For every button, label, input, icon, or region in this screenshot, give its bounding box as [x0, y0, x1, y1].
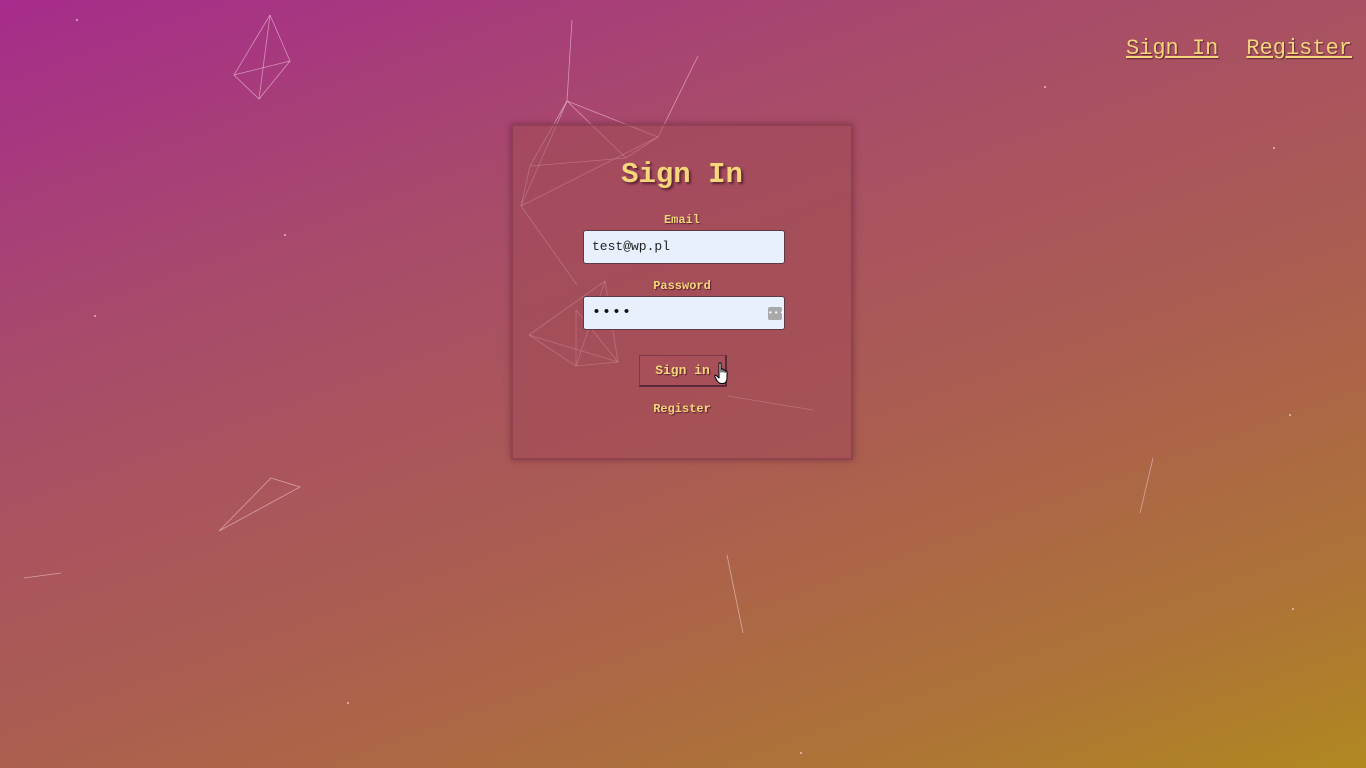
password-masked-value: •••• — [592, 304, 633, 321]
password-label: Password — [653, 279, 711, 293]
password-field[interactable]: •••• ••• — [583, 296, 785, 330]
hand-pointer-cursor-icon — [714, 362, 728, 384]
nav-register-link[interactable]: Register — [1246, 36, 1352, 61]
register-link[interactable]: Register — [513, 402, 851, 416]
nav-sign-in-link[interactable]: Sign In — [1126, 36, 1218, 61]
top-navigation: Sign In Register — [1126, 36, 1352, 61]
email-label: Email — [663, 213, 700, 227]
sign-in-card: Sign In Email test@wp.pl Password •••• •… — [511, 124, 853, 460]
email-field[interactable]: test@wp.pl — [583, 230, 785, 264]
page-title: Sign In — [621, 158, 743, 191]
password-manager-icon[interactable]: ••• — [768, 307, 784, 320]
